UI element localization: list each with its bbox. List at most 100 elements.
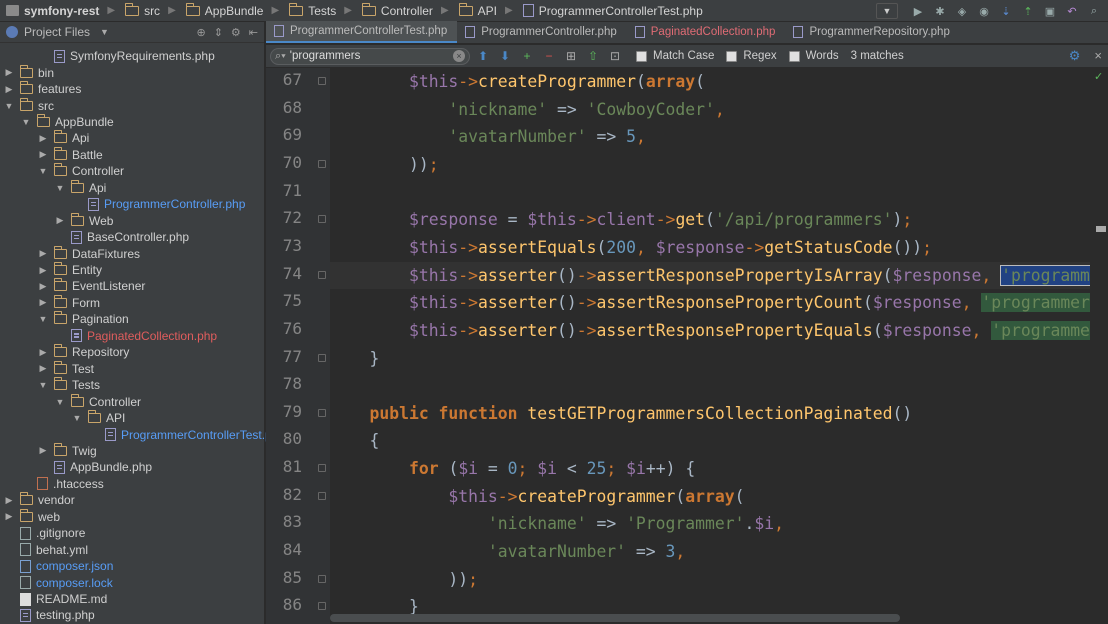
fold-marker-icon[interactable]: [318, 215, 326, 224]
remove-selection-icon[interactable]: −: [540, 47, 558, 65]
collapsed-arrow-icon[interactable]: ▶: [38, 347, 48, 358]
code-line[interactable]: ));: [330, 566, 478, 594]
vcs-history-icon[interactable]: ▣: [1042, 3, 1058, 19]
collapsed-arrow-icon[interactable]: ▶: [38, 248, 48, 259]
code-line[interactable]: $this->assertEquals(200, $response->getS…: [330, 234, 932, 262]
tree-item[interactable]: ▶ Battle: [38, 146, 103, 163]
tree-item[interactable]: behat.yml: [4, 542, 88, 558]
tree-item[interactable]: ▶ Entity: [38, 262, 102, 278]
breadcrumb-item[interactable]: Controller ▶: [356, 0, 453, 22]
debug-icon[interactable]: ✱: [932, 3, 948, 19]
tree-item[interactable]: ▶ Api: [38, 130, 89, 146]
code-line[interactable]: $this->createProgrammer(array(: [330, 483, 744, 511]
editor-tab[interactable]: PaginatedCollection.php: [627, 21, 786, 43]
tree-item[interactable]: ProgrammerController.php: [72, 196, 245, 212]
coverage-icon[interactable]: ◈: [954, 3, 970, 19]
close-find-icon[interactable]: ×: [1094, 48, 1102, 64]
breadcrumb-item[interactable]: ProgrammerControllerTest.php: [517, 0, 707, 22]
export-icon[interactable]: ⇧: [584, 47, 602, 65]
profile-icon[interactable]: ◉: [976, 3, 992, 19]
run-config-dropdown[interactable]: ▼: [876, 3, 898, 19]
collapsed-arrow-icon[interactable]: ▶: [38, 149, 48, 160]
tree-item[interactable]: ▼ Pagination: [38, 311, 129, 327]
revert-icon[interactable]: ↶: [1064, 3, 1080, 19]
editor-tab[interactable]: ProgrammerRepository.php: [785, 21, 959, 43]
expanded-arrow-icon[interactable]: ▼: [4, 101, 14, 111]
fold-marker-icon[interactable]: [318, 353, 326, 362]
tree-item[interactable]: ▶ features: [4, 81, 81, 97]
tree-item[interactable]: .gitignore: [4, 525, 85, 541]
tree-item[interactable]: composer.json: [4, 558, 113, 574]
collapsed-arrow-icon[interactable]: ▶: [38, 281, 48, 292]
tree-item[interactable]: composer.lock: [4, 574, 113, 590]
collapsed-arrow-icon[interactable]: ▶: [38, 133, 48, 144]
code-line[interactable]: for ($i = 0; $i < 25; $i++) {: [330, 455, 695, 483]
expanded-arrow-icon[interactable]: ▼: [55, 183, 65, 193]
tree-item[interactable]: AppBundle.php: [38, 459, 152, 475]
tree-item[interactable]: ▶ web: [4, 508, 60, 525]
breadcrumb-item[interactable]: Tests ▶: [283, 0, 356, 22]
expanded-arrow-icon[interactable]: ▼: [72, 413, 82, 423]
collapsed-arrow-icon[interactable]: ▶: [55, 215, 65, 226]
previous-match-icon[interactable]: ⬆: [474, 47, 492, 65]
fold-marker-icon[interactable]: [318, 602, 326, 611]
code-line[interactable]: }: [330, 345, 379, 373]
tree-item[interactable]: ▶ Repository: [38, 344, 129, 360]
breadcrumb-item[interactable]: src ▶: [119, 0, 180, 22]
expanded-arrow-icon[interactable]: ▼: [21, 117, 31, 127]
expanded-arrow-icon[interactable]: ▼: [38, 314, 48, 324]
tree-item[interactable]: ▶ Web: [55, 212, 113, 229]
code-editor[interactable]: $this->createProgrammer(array( 'nickname…: [330, 68, 1090, 624]
collapsed-arrow-icon[interactable]: ▶: [38, 265, 48, 276]
collapse-icon[interactable]: ⇕: [214, 26, 223, 39]
vertical-scrollbar[interactable]: ✓: [1090, 68, 1108, 624]
clear-search-icon[interactable]: ×: [453, 50, 465, 62]
expanded-arrow-icon[interactable]: ▼: [38, 166, 48, 176]
tree-item[interactable]: ▶ bin: [4, 64, 54, 80]
fold-marker-icon[interactable]: [318, 270, 326, 279]
tree-item[interactable]: ▶ EventListener: [38, 278, 145, 294]
sync-icon[interactable]: ⊕: [196, 26, 205, 39]
words-checkbox[interactable]: Words: [788, 50, 839, 62]
tree-item[interactable]: ▼ Tests: [38, 377, 100, 393]
gear-icon[interactable]: ⚙: [231, 26, 241, 39]
tree-item[interactable]: ▶ Test: [38, 360, 94, 377]
fold-marker-icon[interactable]: [318, 159, 326, 168]
expanded-arrow-icon[interactable]: ▼: [38, 380, 48, 390]
collapsed-arrow-icon[interactable]: ▶: [38, 297, 48, 308]
regex-checkbox[interactable]: Regex: [726, 50, 777, 62]
tree-item[interactable]: README.md: [4, 591, 107, 607]
tree-item[interactable]: .htaccess: [21, 476, 104, 492]
find-settings-gear-icon[interactable]: ⚙: [1069, 48, 1081, 64]
tree-item[interactable]: ▼ API: [72, 410, 125, 426]
fold-marker-icon[interactable]: [318, 408, 326, 417]
tree-item[interactable]: testing.php: [4, 607, 95, 623]
breadcrumb-item[interactable]: API ▶: [453, 0, 517, 22]
fold-marker-icon[interactable]: [318, 574, 326, 583]
collapsed-arrow-icon[interactable]: ▶: [38, 445, 48, 456]
code-line[interactable]: $this->asserter()->assertResponsePropert…: [330, 261, 1090, 290]
hide-panel-icon[interactable]: ⇤: [249, 26, 258, 39]
collapsed-arrow-icon[interactable]: ▶: [4, 495, 14, 506]
expanded-arrow-icon[interactable]: ▼: [55, 397, 65, 407]
search-everywhere-icon[interactable]: ⌕: [1086, 3, 1102, 19]
editor-tab[interactable]: ProgrammerController.php: [457, 21, 627, 43]
code-line[interactable]: 'avatarNumber' => 5,: [330, 123, 645, 151]
code-line[interactable]: ));: [330, 151, 439, 179]
tree-item[interactable]: BaseController.php: [55, 229, 189, 245]
tree-item[interactable]: ▼ Api: [55, 179, 106, 196]
filter-icon[interactable]: ⊡: [606, 47, 624, 65]
code-line[interactable]: 'nickname' => 'CowboyCoder',: [330, 96, 724, 124]
editor-tab[interactable]: ProgrammerControllerTest.php: [266, 21, 458, 43]
vcs-update-icon[interactable]: ⇣: [998, 3, 1014, 19]
horizontal-scrollbar[interactable]: [330, 614, 900, 622]
code-line[interactable]: 'nickname' => 'Programmer'.$i,: [330, 510, 784, 538]
tree-item[interactable]: ▶ Twig: [38, 442, 97, 459]
fold-marker-icon[interactable]: [318, 491, 326, 500]
tree-item[interactable]: ▶ vendor: [4, 492, 75, 508]
search-input[interactable]: ⌕▾ 'programmers ×: [270, 47, 470, 65]
collapsed-arrow-icon[interactable]: ▶: [4, 67, 14, 78]
fold-marker-icon[interactable]: [318, 464, 326, 473]
tree-item[interactable]: ▶ Form: [38, 294, 100, 311]
tree-item[interactable]: PaginatedCollection.php: [55, 328, 217, 344]
